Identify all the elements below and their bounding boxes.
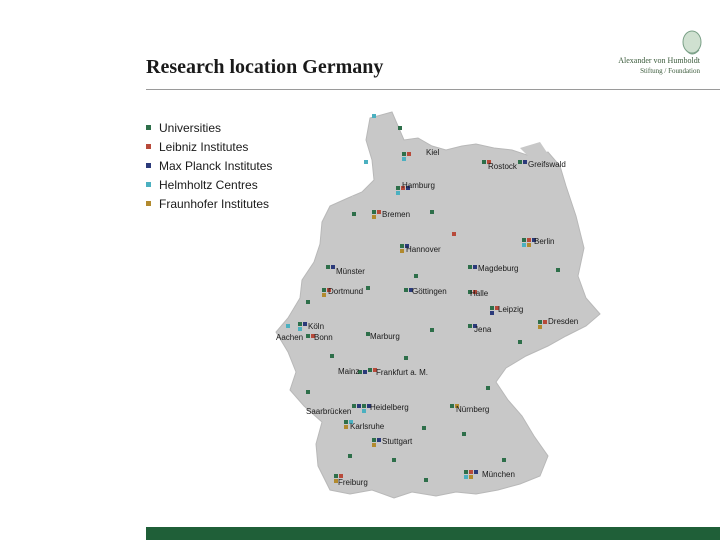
city-greifswald: Greifswald xyxy=(528,160,566,169)
city-nuernberg: Nürnberg xyxy=(456,405,490,414)
city-halle: Halle xyxy=(470,289,489,298)
footer-bar xyxy=(146,527,720,540)
city-goettingen: Göttingen xyxy=(412,287,447,296)
city-aachen: Aachen xyxy=(276,333,304,342)
city-bremen: Bremen xyxy=(382,210,411,219)
city-koeln: Köln xyxy=(308,322,325,331)
city-muenster: Münster xyxy=(336,267,365,276)
city-bonn: Bonn xyxy=(314,333,333,342)
city-stuttgart: Stuttgart xyxy=(382,437,413,446)
city-dresden: Dresden xyxy=(548,317,579,326)
city-marburg: Marburg xyxy=(370,332,400,341)
city-hannover: Hannover xyxy=(406,245,441,254)
city-muenchen: München xyxy=(482,470,515,479)
city-saarbruecken: Saarbrücken xyxy=(306,407,352,416)
city-hamburg: Hamburg xyxy=(402,181,435,190)
city-karlsruhe: Karlsruhe xyxy=(350,422,385,431)
city-freiburg: Freiburg xyxy=(338,478,368,487)
city-heidelberg: Heidelberg xyxy=(370,403,409,412)
city-mainz: Mainz xyxy=(338,367,360,376)
city-rostock: Rostock xyxy=(488,162,517,171)
germany-outline xyxy=(275,111,601,499)
city-frankfurt: Frankfurt a. M. xyxy=(376,368,429,377)
city-magdeburg: Magdeburg xyxy=(478,264,519,273)
city-berlin: Berlin xyxy=(534,237,555,246)
city-dortmund: Dortmund xyxy=(328,287,364,296)
city-leipzig: Leipzig xyxy=(498,305,524,314)
city-jena: Jena xyxy=(474,325,492,334)
city-kiel: Kiel xyxy=(426,148,440,157)
